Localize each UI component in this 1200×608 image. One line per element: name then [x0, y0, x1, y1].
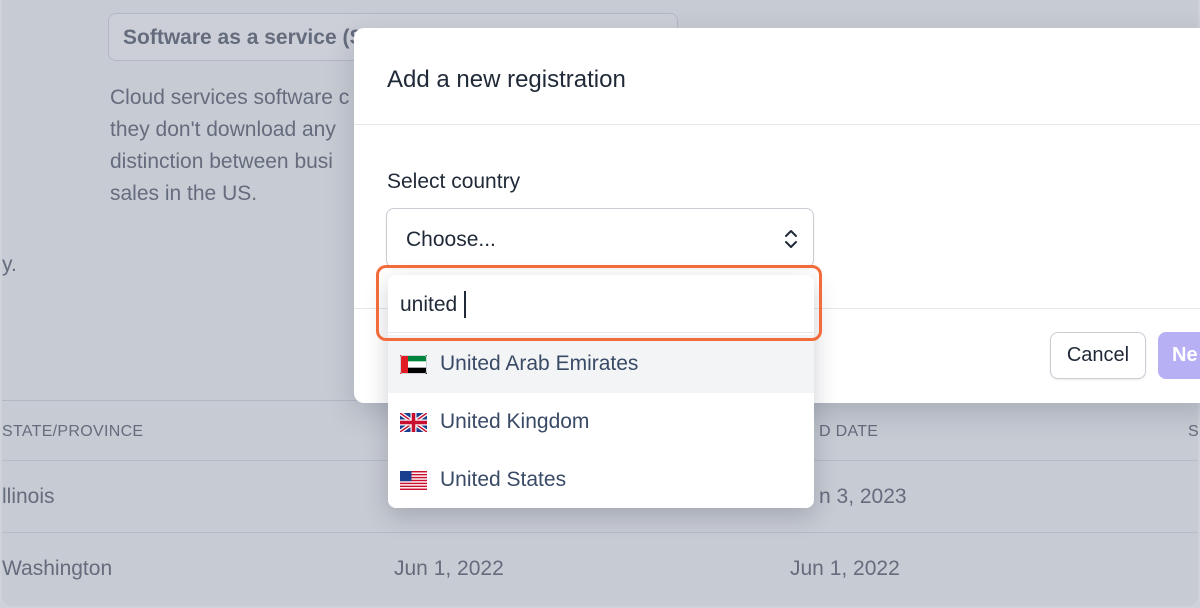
chevron-up-down-icon: [785, 230, 797, 248]
text-cursor: [464, 291, 466, 318]
option-label: United States: [440, 468, 567, 491]
option-label: United Arab Emirates: [440, 352, 639, 375]
cancel-button[interactable]: Cancel: [1050, 332, 1146, 379]
flag-us-icon: [400, 470, 427, 490]
country-select[interactable]: Choose...: [386, 208, 814, 268]
flag-uk-icon: [400, 412, 427, 432]
search-input-value: united: [400, 293, 458, 316]
option-label: United Kingdom: [440, 410, 590, 433]
country-select-value: Choose...: [406, 228, 496, 251]
next-button[interactable]: Ne: [1158, 332, 1200, 379]
modal-title: Add a new registration: [387, 66, 626, 93]
modal-header-divider: [354, 124, 1200, 125]
country-field-label: Select country: [387, 170, 521, 193]
option-united-kingdom[interactable]: United Kingdom: [388, 393, 814, 451]
option-united-states[interactable]: United States: [388, 451, 814, 508]
country-dropdown: united United Arab Emirates United Kingd…: [388, 275, 814, 508]
flag-uae-icon: [400, 354, 427, 374]
country-search-input[interactable]: united: [388, 275, 814, 333]
option-united-arab-emirates[interactable]: United Arab Emirates: [388, 335, 814, 393]
